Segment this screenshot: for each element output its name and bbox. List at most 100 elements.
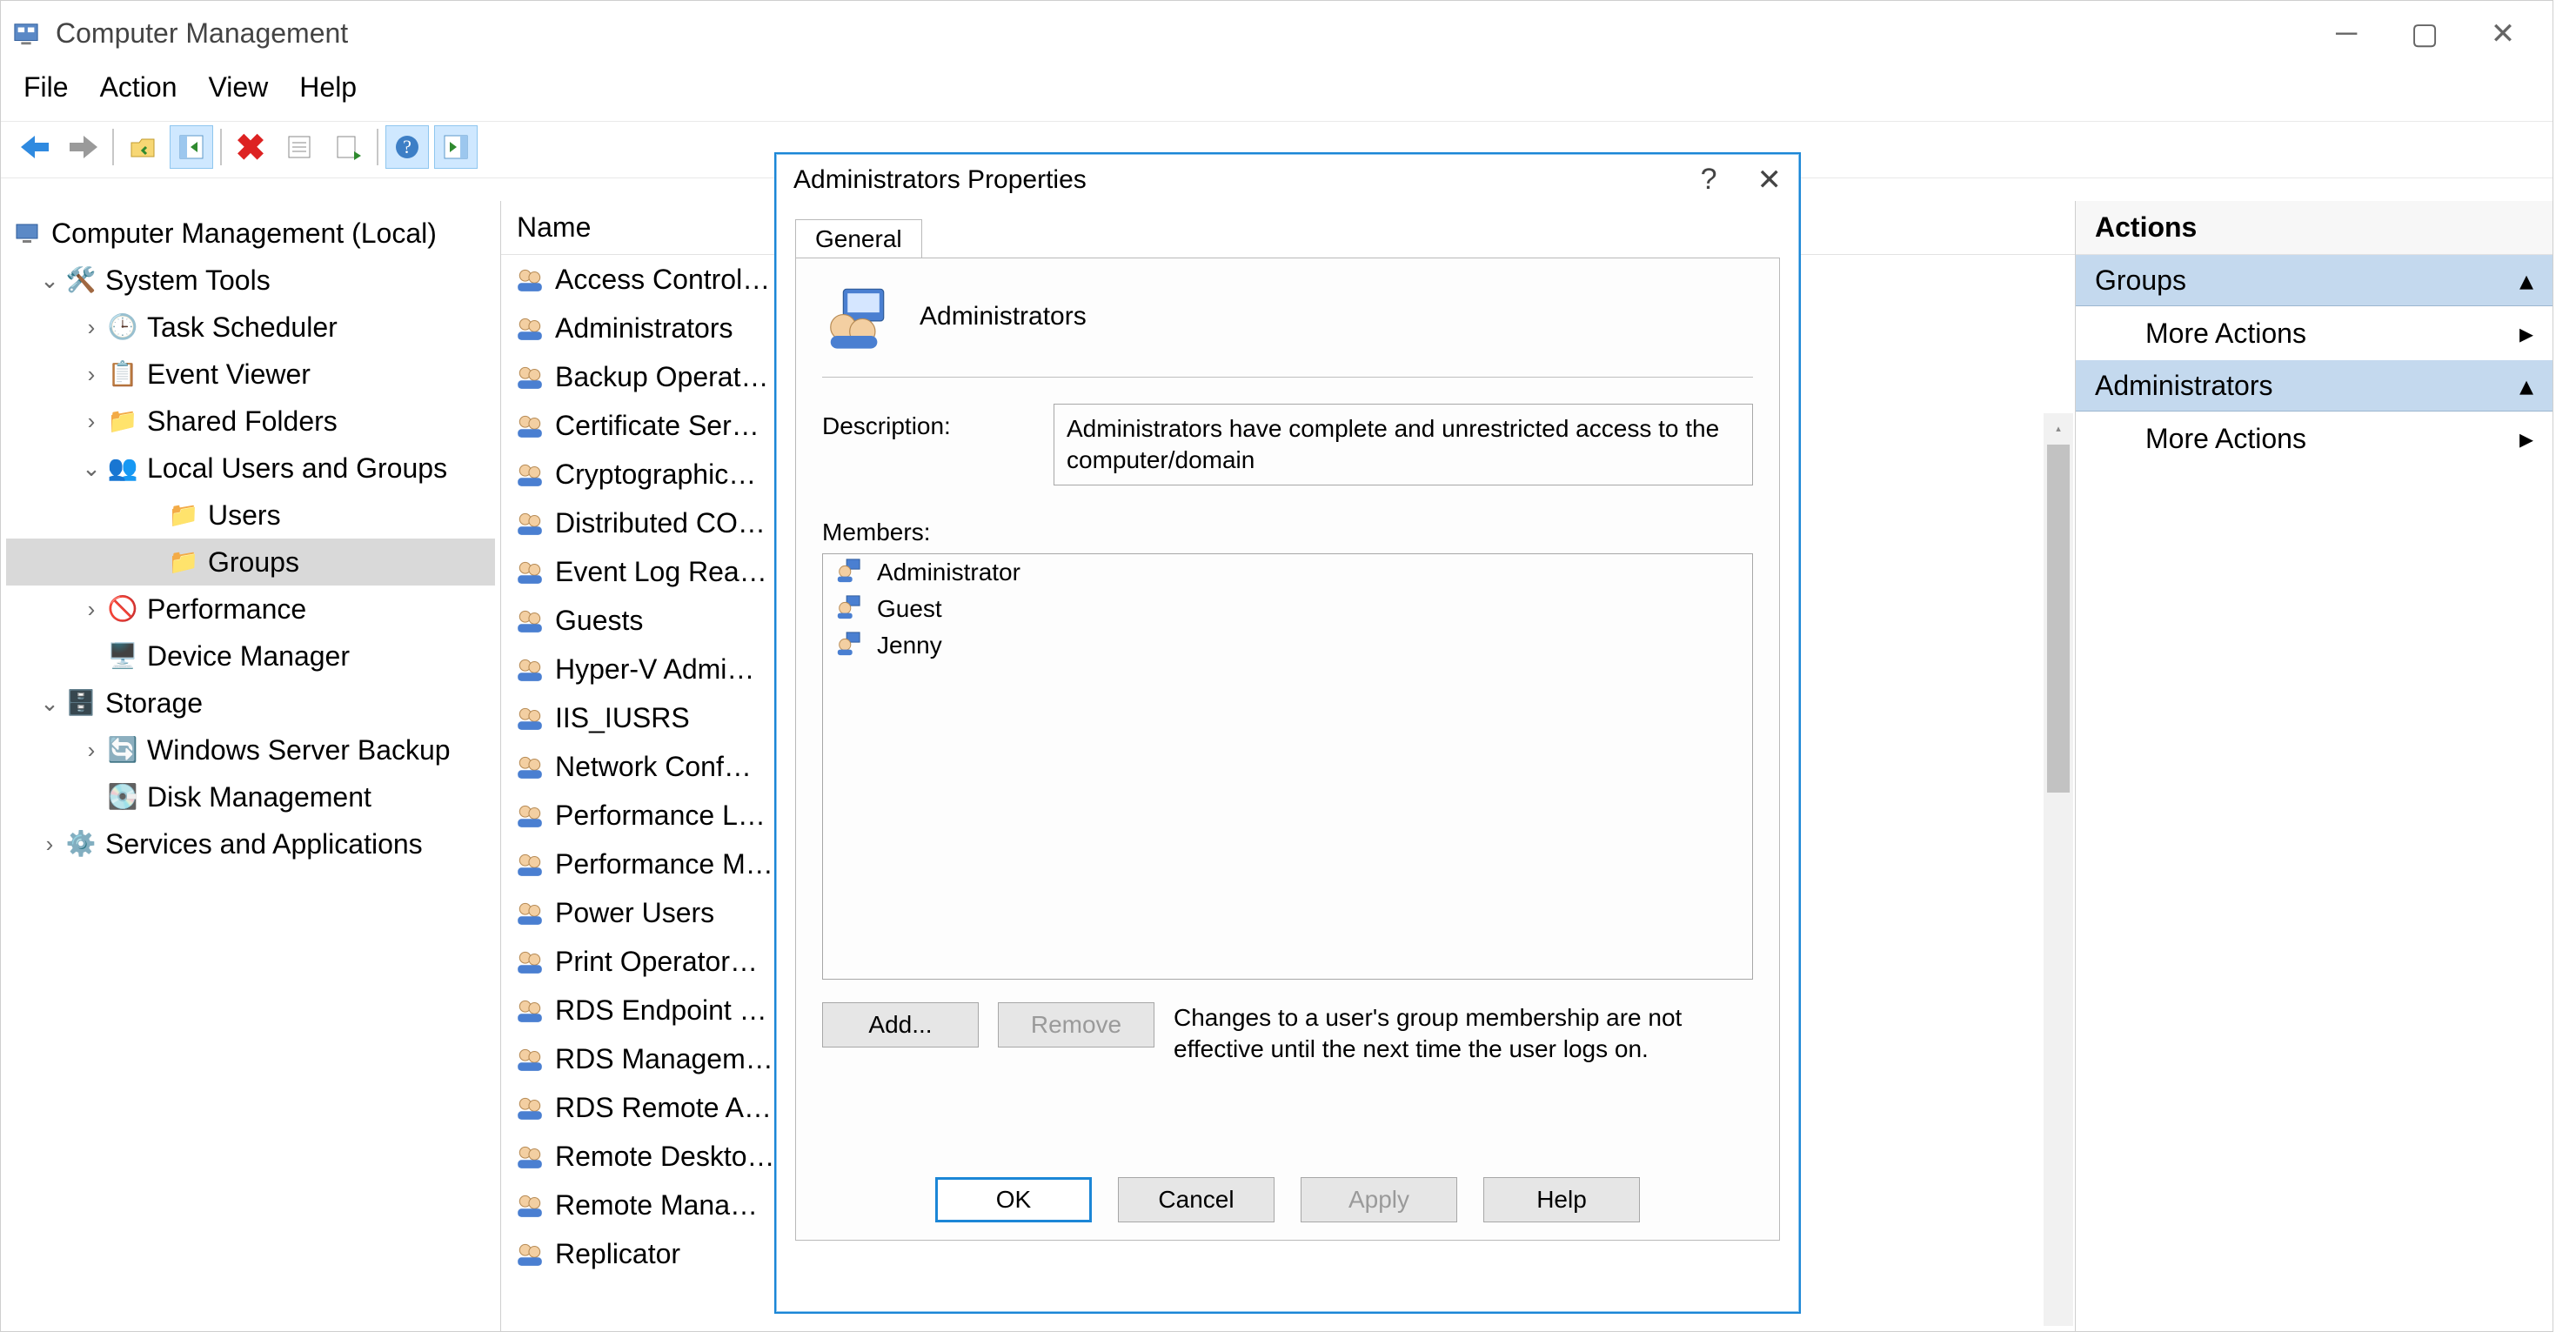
console-tree[interactable]: Computer Management (Local) ⌄🛠️System To… (1, 201, 501, 1331)
performance-icon: 🚫 (107, 593, 138, 625)
list-item-label: Access Control… (555, 260, 770, 298)
storage-icon: 🗄️ (65, 687, 97, 719)
tree-label: Local Users and Groups (147, 445, 447, 492)
back-button[interactable] (13, 125, 57, 169)
tree-label: Services and Applications (105, 820, 423, 867)
actions-more-groups[interactable]: More Actions▸ (2076, 306, 2553, 360)
administrators-properties-dialog: Administrators Properties ? ✕ General Ad… (774, 152, 1801, 1314)
remove-button: Remove (998, 1002, 1154, 1048)
menu-view[interactable]: View (209, 71, 269, 104)
tree-groups[interactable]: 📁Groups (6, 539, 495, 586)
tree-task-scheduler[interactable]: ›🕒Task Scheduler (6, 304, 495, 351)
expander-icon[interactable]: › (79, 726, 104, 773)
menu-action[interactable]: Action (100, 71, 177, 104)
actions-more-administrators[interactable]: More Actions▸ (2076, 412, 2553, 465)
expander-icon[interactable]: › (37, 820, 62, 867)
users-icon: 👥 (107, 452, 138, 484)
group-icon (515, 1239, 545, 1268)
tree-label: Device Manager (147, 633, 350, 679)
tree-storage[interactable]: ⌄🗄️Storage (6, 679, 495, 726)
apply-button: Apply (1301, 1177, 1457, 1222)
member-name: Jenny (877, 632, 942, 659)
forward-button[interactable] (62, 125, 105, 169)
menu-help[interactable]: Help (299, 71, 357, 104)
close-button[interactable]: ✕ (2464, 10, 2542, 57)
tree-users[interactable]: 📁Users (6, 492, 495, 539)
add-button[interactable]: Add... (822, 1002, 979, 1048)
clock-icon: 🕒 (107, 311, 138, 343)
menu-file[interactable]: File (23, 71, 69, 104)
list-item-label: Event Log Rea… (555, 552, 767, 591)
actions-section-administrators[interactable]: Administrators▴ (2076, 360, 2553, 412)
tree-label: Disk Management (147, 773, 371, 820)
member-item[interactable]: Guest (823, 591, 1752, 627)
expander-icon[interactable]: ⌄ (37, 679, 62, 726)
dialog-help-button[interactable]: ? (1701, 163, 1717, 197)
expander-icon[interactable]: ⌄ (37, 257, 62, 304)
list-item-label: Network Conf… (555, 747, 752, 786)
delete-button[interactable]: ✖ (229, 125, 272, 169)
member-item[interactable]: Jenny (823, 627, 1752, 664)
tree-label: Users (208, 492, 281, 539)
description-label: Description: (822, 404, 1022, 440)
tree-event-viewer[interactable]: ›📋Event Viewer (6, 351, 495, 398)
scroll-thumb[interactable] (2047, 445, 2070, 793)
group-icon (515, 654, 545, 684)
group-icon (515, 264, 545, 294)
event-icon: 📋 (107, 358, 138, 390)
expander-icon[interactable]: ⌄ (79, 445, 104, 492)
vertical-scrollbar[interactable]: ▴ (2044, 413, 2073, 1326)
members-list[interactable]: Administrator Guest Jenny (822, 553, 1753, 980)
group-icon (515, 800, 545, 830)
group-icon (515, 1044, 545, 1074)
description-field[interactable]: Administrators have complete and unrestr… (1054, 404, 1753, 485)
group-icon (515, 411, 545, 440)
expander-icon[interactable]: › (79, 586, 104, 633)
ok-button[interactable]: OK (935, 1177, 1092, 1222)
tree-device-manager[interactable]: 🖥️Device Manager (6, 633, 495, 679)
tree-services-apps[interactable]: ›⚙️Services and Applications (6, 820, 495, 867)
tree-local-users-groups[interactable]: ⌄👥 Local Users and Groups (6, 445, 495, 492)
user-icon (835, 558, 865, 587)
tree-label: Shared Folders (147, 398, 338, 445)
export-button[interactable] (326, 125, 370, 169)
divider (822, 377, 1753, 378)
dialog-help-bottom-button[interactable]: Help (1483, 1177, 1640, 1222)
tree-disk-management[interactable]: 💽Disk Management (6, 773, 495, 820)
member-name: Administrator (877, 559, 1020, 586)
group-icon (515, 606, 545, 635)
expander-icon[interactable]: › (79, 398, 104, 445)
group-icon (515, 752, 545, 781)
minimize-button[interactable]: ─ (2307, 10, 2385, 57)
tree-performance[interactable]: ›🚫Performance (6, 586, 495, 633)
tab-general[interactable]: General (795, 219, 922, 258)
cancel-button[interactable]: Cancel (1118, 1177, 1275, 1222)
dialog-close-button[interactable]: ✕ (1757, 163, 1783, 197)
show-hide-action-pane-button[interactable] (434, 125, 478, 169)
actions-section-groups[interactable]: Groups▴ (2076, 255, 2553, 306)
group-icon (515, 849, 545, 879)
properties-button[interactable] (278, 125, 321, 169)
chevron-right-icon: ▸ (2519, 422, 2533, 455)
collapse-icon[interactable]: ▴ (2519, 264, 2533, 297)
group-icon (515, 898, 545, 927)
scroll-up-icon[interactable]: ▴ (2044, 413, 2073, 443)
up-level-button[interactable] (121, 125, 164, 169)
tree-system-tools[interactable]: ⌄🛠️System Tools (6, 257, 495, 304)
tree-root[interactable]: Computer Management (Local) (6, 210, 495, 257)
show-hide-tree-button[interactable] (170, 125, 213, 169)
expander-icon[interactable]: › (79, 351, 104, 398)
dialog-title: Administrators Properties (793, 165, 1087, 195)
list-item-label: Replicator (555, 1235, 680, 1273)
help-button[interactable]: ? (385, 125, 429, 169)
expander-icon[interactable]: › (79, 304, 104, 351)
services-icon: ⚙️ (65, 828, 97, 860)
tree-shared-folders[interactable]: ›📁Shared Folders (6, 398, 495, 445)
tree-server-backup[interactable]: ›🔄Windows Server Backup (6, 726, 495, 773)
collapse-icon[interactable]: ▴ (2519, 369, 2533, 402)
member-item[interactable]: Administrator (823, 554, 1752, 591)
actions-row-label: More Actions (2145, 318, 2306, 350)
tree-root-label: Computer Management (Local) (51, 210, 437, 257)
list-item-label: Performance M… (555, 845, 773, 883)
maximize-button[interactable]: ▢ (2385, 10, 2464, 57)
